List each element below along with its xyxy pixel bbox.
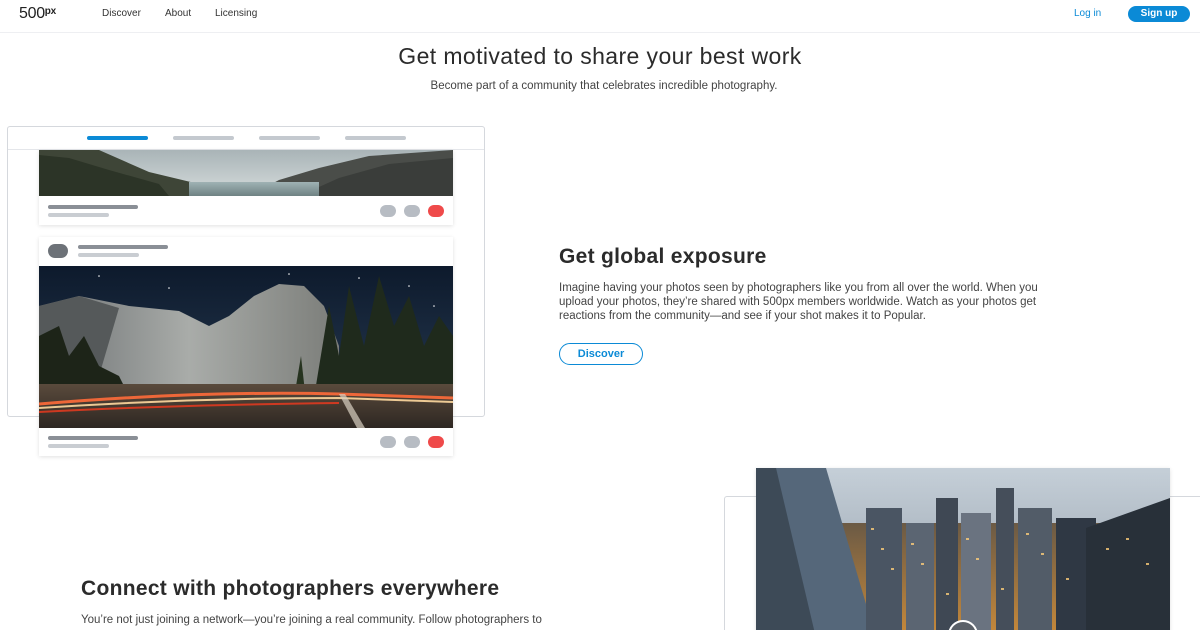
exposure-body-line-1: Imagine having your photos seen by photo… — [559, 282, 1038, 294]
reaction-dot — [380, 205, 396, 217]
meta-bar — [48, 436, 138, 440]
connect-body-line-1: You’re not just joining a network—you’re… — [81, 614, 542, 626]
like-dot — [428, 436, 444, 448]
logo-sup-text: px — [44, 6, 56, 17]
exposure-title: Get global exposure — [559, 245, 767, 268]
yosemite-photo — [39, 266, 453, 428]
feed-tab-active — [87, 136, 148, 140]
meta-bar — [48, 213, 109, 217]
logo-main-text: 500 — [19, 5, 45, 22]
nav-link-discover[interactable]: Discover — [102, 8, 141, 19]
feed-tab-bar — [8, 127, 484, 150]
reaction-dot — [380, 436, 396, 448]
exposure-body-line-2: upload your photos, they’re shared with … — [559, 296, 1037, 308]
connect-title: Connect with photographers everywhere — [81, 577, 500, 600]
reaction-dot — [404, 205, 420, 217]
login-link[interactable]: Log in — [1074, 8, 1101, 19]
exposure-body-line-3: reactions from the community—and see if … — [559, 310, 926, 322]
feed-tab — [259, 136, 320, 140]
like-dot — [428, 205, 444, 217]
discover-button[interactable]: Discover — [559, 343, 643, 365]
meta-bar — [78, 253, 139, 257]
feed-card-yosemite — [39, 237, 453, 456]
nav-link-about[interactable]: About — [165, 8, 191, 19]
reaction-dot — [404, 436, 420, 448]
nav-link-licensing[interactable]: Licensing — [215, 8, 257, 19]
top-navigation: 500px Discover About Licensing Log in Si… — [0, 0, 1200, 33]
meta-bar — [78, 245, 168, 249]
feed-tab — [345, 136, 406, 140]
meta-bar — [48, 205, 138, 209]
signup-button[interactable]: Sign up — [1128, 6, 1190, 22]
city-photo — [756, 468, 1170, 630]
logo-500px[interactable]: 500px — [19, 5, 56, 23]
feed-tab — [173, 136, 234, 140]
feed-card-lake — [39, 150, 453, 225]
hero-subtitle: Become part of a community that celebrat… — [430, 80, 778, 92]
meta-bar — [48, 444, 109, 448]
page: 500px Discover About Licensing Log in Si… — [0, 0, 1200, 630]
hero-title: Get motivated to share your best work — [398, 43, 802, 69]
avatar — [48, 244, 68, 258]
lake-photo — [39, 150, 453, 196]
